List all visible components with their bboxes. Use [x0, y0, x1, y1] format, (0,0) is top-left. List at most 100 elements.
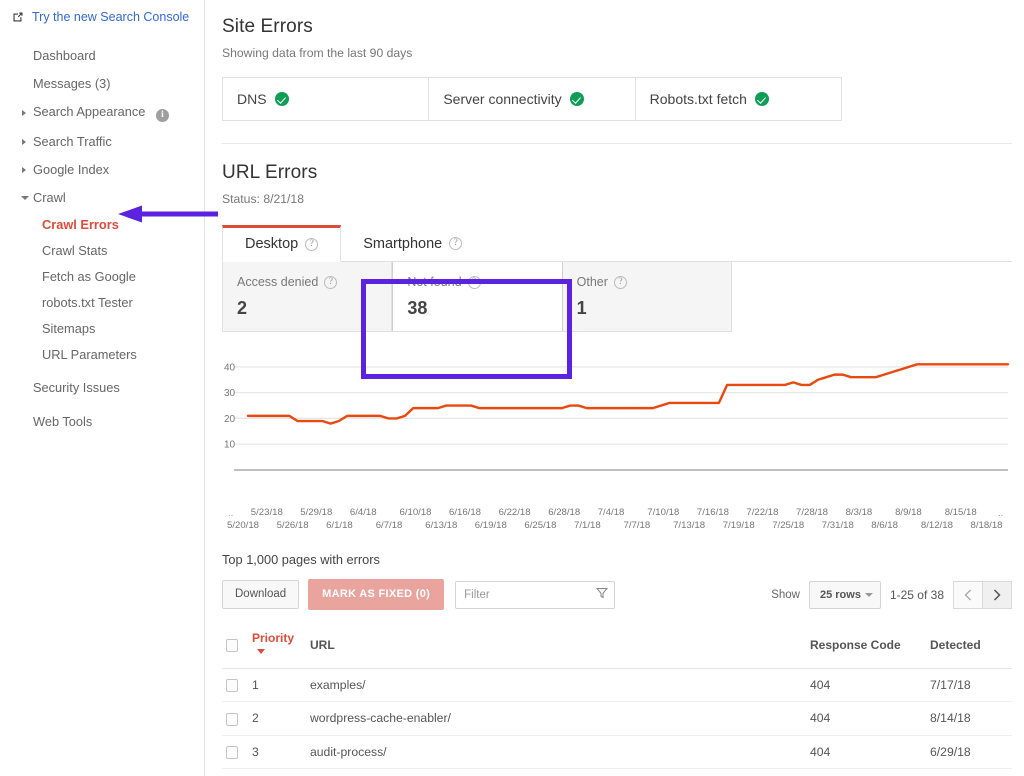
- help-icon[interactable]: ?: [324, 276, 337, 289]
- row-response-code: 404: [806, 702, 926, 735]
- row-detected: 8/14/18: [926, 702, 1012, 735]
- sidebar-item-crawl-stats[interactable]: Crawl Stats: [0, 238, 204, 264]
- row-priority: 2: [248, 702, 306, 735]
- sidebar-item-search-appearance[interactable]: Search Appearance i: [0, 98, 204, 128]
- error-type-cards: Access denied ? 2 Not found ? 38 Other ?…: [222, 262, 732, 332]
- error-card-label-wrap: Other ?: [577, 275, 717, 289]
- filter-input[interactable]: [455, 581, 615, 609]
- chevron-right-icon: [22, 167, 26, 173]
- row-checkbox[interactable]: [226, 679, 238, 692]
- sidebar-item-label: Crawl: [33, 190, 66, 205]
- error-card-not-found[interactable]: Not found ? 38: [392, 262, 562, 331]
- row-checkbox[interactable]: [226, 713, 238, 726]
- main-content: Site Errors Showing data from the last 9…: [205, 0, 1024, 776]
- mark-as-fixed-button[interactable]: MARK AS FIXED (0): [308, 579, 444, 610]
- sidebar-item-search-traffic[interactable]: Search Traffic: [0, 128, 204, 156]
- x-tick-label: 8/15/18: [945, 507, 977, 518]
- try-new-search-console-link[interactable]: Try the new Search Console: [0, 6, 204, 28]
- help-icon[interactable]: ?: [449, 237, 462, 250]
- x-tick-label: 5/20/18: [227, 520, 259, 531]
- x-tick-label: 5/23/18: [251, 507, 283, 518]
- table-row[interactable]: 3 audit-process/ 404 6/29/18: [222, 735, 1012, 768]
- select-all-header: [222, 624, 248, 669]
- row-checkbox[interactable]: [226, 746, 238, 759]
- x-tick-label: 8/9/18: [895, 507, 922, 518]
- rows-per-page-select[interactable]: 25 rows: [809, 581, 881, 609]
- sidebar-item-fetch-as-google[interactable]: Fetch as Google: [0, 264, 204, 290]
- row-url[interactable]: examples/: [306, 669, 806, 702]
- x-tick-label: 6/10/18: [400, 507, 432, 518]
- chevron-right-icon: [22, 110, 26, 116]
- tab-desktop[interactable]: Desktop ?: [222, 225, 341, 262]
- column-header-response-code[interactable]: Response Code: [806, 624, 926, 669]
- row-response-code: 404: [806, 669, 926, 702]
- column-header-detected[interactable]: Detected: [926, 624, 1012, 669]
- sidebar-item-label: Security Issues: [33, 380, 120, 395]
- x-tick-label: 8/6/18: [871, 520, 898, 531]
- sidebar-item-web-tools[interactable]: Web Tools: [0, 408, 204, 436]
- sidebar-item-google-index[interactable]: Google Index: [0, 156, 204, 184]
- x-tick-label: 8/3/18: [846, 507, 873, 518]
- column-label: Response Code: [810, 638, 901, 652]
- sidebar-item-security-issues[interactable]: Security Issues: [0, 374, 204, 402]
- row-url[interactable]: audit-process/: [306, 735, 806, 768]
- column-header-url[interactable]: URL: [306, 624, 806, 669]
- sidebar-item-robots-txt-tester[interactable]: robots.txt Tester: [0, 290, 204, 316]
- help-icon[interactable]: ?: [614, 276, 627, 289]
- table-body: 1 examples/ 404 7/17/18 2 wordpress-cach…: [222, 669, 1012, 776]
- error-card-other[interactable]: Other ? 1: [563, 262, 731, 331]
- select-all-checkbox[interactable]: [226, 639, 238, 652]
- x-tick-label: 7/13/18: [673, 520, 705, 531]
- x-tick-label: 7/1/18: [574, 520, 601, 531]
- site-error-label: Robots.txt fetch: [650, 91, 747, 107]
- sidebar-item-label: Sitemaps: [42, 321, 95, 336]
- column-label: URL: [310, 638, 335, 652]
- site-errors-subtitle: Showing data from the last 90 days: [222, 46, 1008, 60]
- help-icon[interactable]: ?: [305, 238, 318, 251]
- chart-x-axis-labels: ....5/23/185/29/186/4/186/10/186/16/186/…: [222, 506, 1012, 538]
- sidebar-item-messages[interactable]: Messages (3): [0, 70, 204, 98]
- x-tick-label: 6/1/18: [326, 520, 353, 531]
- row-url[interactable]: wordpress-cache-enabler/: [306, 702, 806, 735]
- download-button[interactable]: Download: [222, 580, 299, 609]
- row-priority: 4: [248, 768, 306, 776]
- column-header-priority[interactable]: Priority: [248, 624, 306, 669]
- table-row[interactable]: 2 wordpress-cache-enabler/ 404 8/14/18: [222, 702, 1012, 735]
- table-row[interactable]: 1 examples/ 404 7/17/18: [222, 669, 1012, 702]
- x-tick-label: 6/25/18: [524, 520, 556, 531]
- row-checkbox-cell: [222, 768, 248, 776]
- x-tick-label: 6/28/18: [548, 507, 580, 518]
- table-toolbar: Download MARK AS FIXED (0) Show 25 rows …: [222, 579, 1012, 610]
- sidebar-item-crawl[interactable]: Crawl: [0, 184, 204, 212]
- next-page-button[interactable]: [982, 581, 1012, 609]
- site-error-dns[interactable]: DNS: [223, 78, 429, 120]
- sidebar-item-url-parameters[interactable]: URL Parameters: [0, 342, 204, 368]
- x-tick-label: 5/26/18: [277, 520, 309, 531]
- table-row[interactable]: 4 web-performance-examples/ 404 8/1/18: [222, 768, 1012, 776]
- pagination-buttons: [953, 581, 1012, 609]
- error-card-label: Not found: [407, 275, 461, 289]
- help-icon[interactable]: ?: [468, 276, 481, 289]
- sidebar-item-dashboard[interactable]: Dashboard: [0, 42, 204, 70]
- previous-page-button[interactable]: [953, 581, 983, 609]
- row-response-code: 404: [806, 768, 926, 776]
- table-heading: Top 1,000 pages with errors: [222, 552, 1008, 567]
- site-error-server-connectivity[interactable]: Server connectivity: [429, 78, 635, 120]
- svg-text:20: 20: [224, 414, 236, 425]
- error-card-label: Other: [577, 275, 608, 289]
- sidebar-item-sitemaps[interactable]: Sitemaps: [0, 316, 204, 342]
- info-icon[interactable]: i: [156, 109, 169, 122]
- rows-per-page-value: 25 rows: [820, 589, 861, 601]
- row-url[interactable]: web-performance-examples/: [306, 768, 806, 776]
- chevron-down-icon: [865, 593, 873, 597]
- error-card-access-denied[interactable]: Access denied ? 2: [223, 262, 392, 331]
- x-tick-label: 5/29/18: [300, 507, 332, 518]
- sidebar-item-label: Messages (3): [33, 76, 111, 91]
- sidebar-item-label: URL Parameters: [42, 347, 137, 362]
- device-tabs: Desktop ? Smartphone ?: [222, 225, 1012, 262]
- sidebar-item-crawl-errors[interactable]: Crawl Errors: [0, 212, 204, 238]
- site-error-robots-txt-fetch[interactable]: Robots.txt fetch: [636, 78, 841, 120]
- tab-smartphone[interactable]: Smartphone ?: [341, 225, 484, 261]
- x-tick-label: 6/22/18: [499, 507, 531, 518]
- filter-field-wrap: [455, 581, 615, 609]
